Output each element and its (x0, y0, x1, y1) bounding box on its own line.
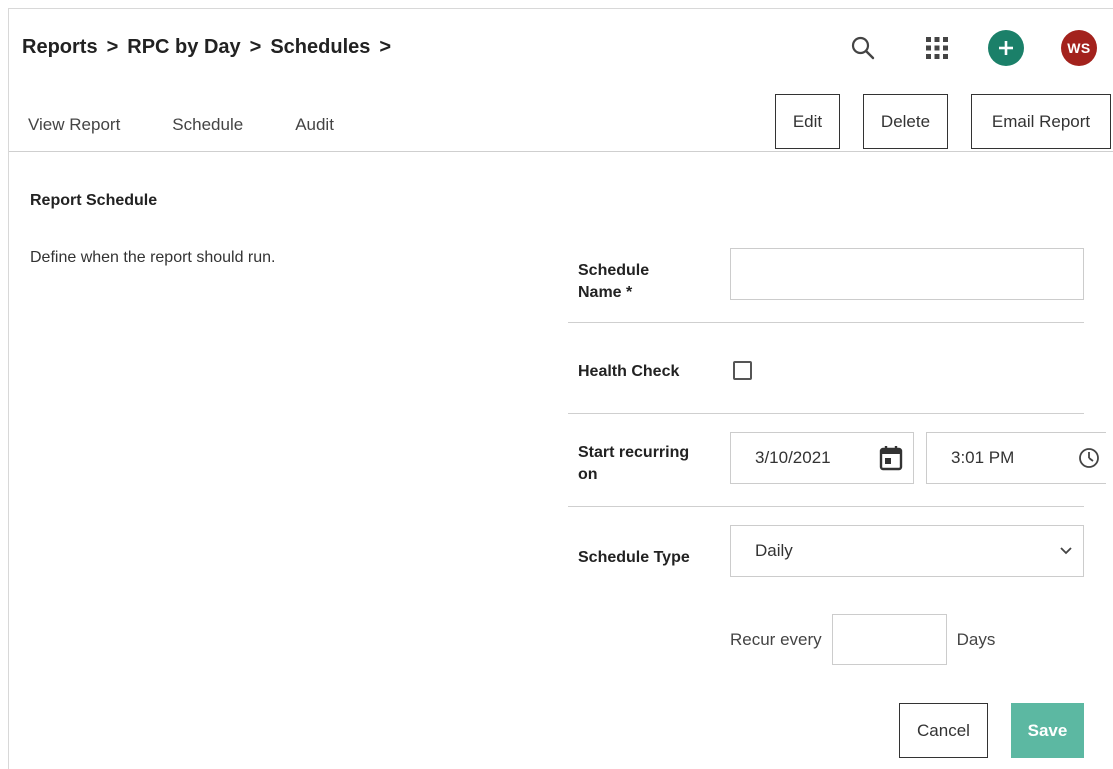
schedule-name-input[interactable] (730, 248, 1084, 300)
breadcrumb-rpc-by-day[interactable]: RPC by Day (127, 36, 240, 59)
health-check-label: Health Check (578, 363, 680, 380)
schedule-type-value: Daily (755, 541, 793, 560)
schedule-type-select[interactable]: Daily (730, 525, 1084, 577)
schedule-name-label: Schedule Name * (578, 262, 650, 301)
calendar-icon[interactable] (879, 445, 903, 471)
schedule-form: Schedule Name * Health Check Start recur… (568, 232, 1106, 587)
apps-grid-icon[interactable] (918, 29, 956, 67)
email-report-button[interactable]: Email Report (971, 94, 1111, 149)
schedule-name-row: Schedule Name * (568, 232, 1084, 323)
health-check-checkbox[interactable] (733, 361, 752, 380)
avatar: WS (1061, 30, 1097, 66)
add-button[interactable] (987, 29, 1025, 67)
recur-every-input[interactable] (831, 614, 947, 665)
user-avatar-button[interactable]: WS (1060, 29, 1098, 67)
header-actions: Edit Delete Email Report (775, 94, 1111, 149)
start-time-value: 3:01 PM (951, 448, 1015, 467)
chevron-down-icon (1059, 546, 1073, 556)
page-header: Reports > RPC by Day > Schedules > WS Vi… (9, 9, 1113, 152)
recur-every-group: Recur every Days (730, 614, 995, 665)
start-recurring-label: Start recurring on (578, 444, 690, 483)
recur-every-label: Recur every (730, 629, 822, 649)
search-icon[interactable] (844, 29, 882, 67)
start-date-field[interactable]: 3/10/2021 (730, 432, 914, 484)
section-description: Define when the report should run. (30, 249, 276, 266)
tab-audit[interactable]: Audit (295, 115, 334, 135)
tab-schedule[interactable]: Schedule (172, 115, 243, 135)
start-date-value: 3/10/2021 (755, 448, 831, 467)
tab-view-report[interactable]: View Report (28, 115, 120, 135)
breadcrumb-separator: > (249, 36, 262, 58)
health-check-row: Health Check (568, 323, 1084, 414)
save-button[interactable]: Save (1011, 703, 1084, 758)
schedule-type-row: Schedule Type Daily (568, 507, 1084, 587)
cancel-button[interactable]: Cancel (899, 703, 988, 758)
start-recurring-row: Start recurring on 3/10/2021 3:01 PM (568, 414, 1106, 507)
section-title: Report Schedule (30, 192, 158, 209)
plus-icon (988, 30, 1024, 66)
breadcrumb-separator: > (106, 36, 119, 58)
breadcrumb-schedules[interactable]: Schedules (270, 36, 370, 59)
schedule-type-label: Schedule Type (578, 549, 690, 566)
start-time-field[interactable]: 3:01 PM (926, 432, 1106, 484)
recur-days-label: Days (956, 629, 996, 649)
edit-button[interactable]: Edit (775, 94, 840, 149)
delete-button[interactable]: Delete (863, 94, 948, 149)
breadcrumb: Reports > RPC by Day > Schedules > (22, 36, 400, 59)
tab-bar: View Report Schedule Audit (28, 115, 386, 135)
breadcrumb-reports[interactable]: Reports (22, 36, 98, 59)
breadcrumb-separator: > (379, 36, 392, 58)
clock-icon[interactable] (1078, 447, 1100, 469)
